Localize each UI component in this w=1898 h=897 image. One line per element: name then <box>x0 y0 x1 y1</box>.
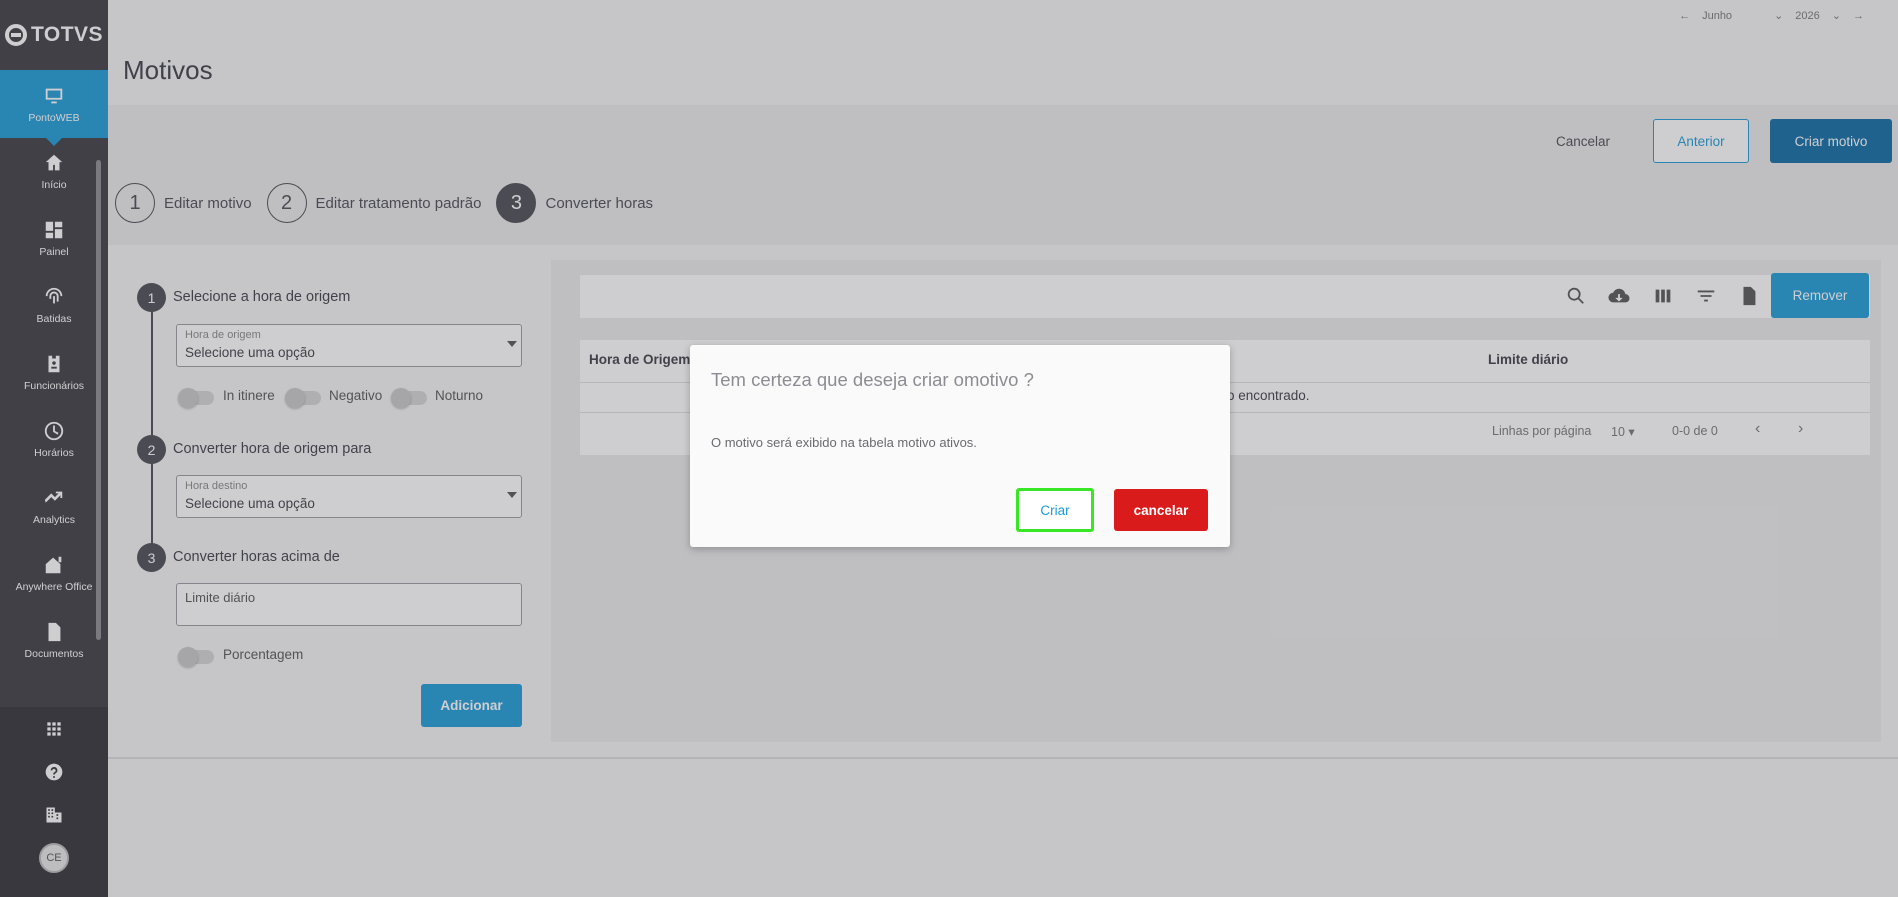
cancelar-button[interactable]: cancelar <box>1114 489 1208 531</box>
dialog-title: Tem certeza que deseja criar omotivo ? <box>711 369 1034 390</box>
dialog-message: O motivo será exibido na tabela motivo a… <box>711 435 977 450</box>
confirm-dialog: Tem certeza que deseja criar omotivo ? O… <box>690 345 1230 547</box>
criar-button[interactable]: Criar <box>1016 488 1094 532</box>
